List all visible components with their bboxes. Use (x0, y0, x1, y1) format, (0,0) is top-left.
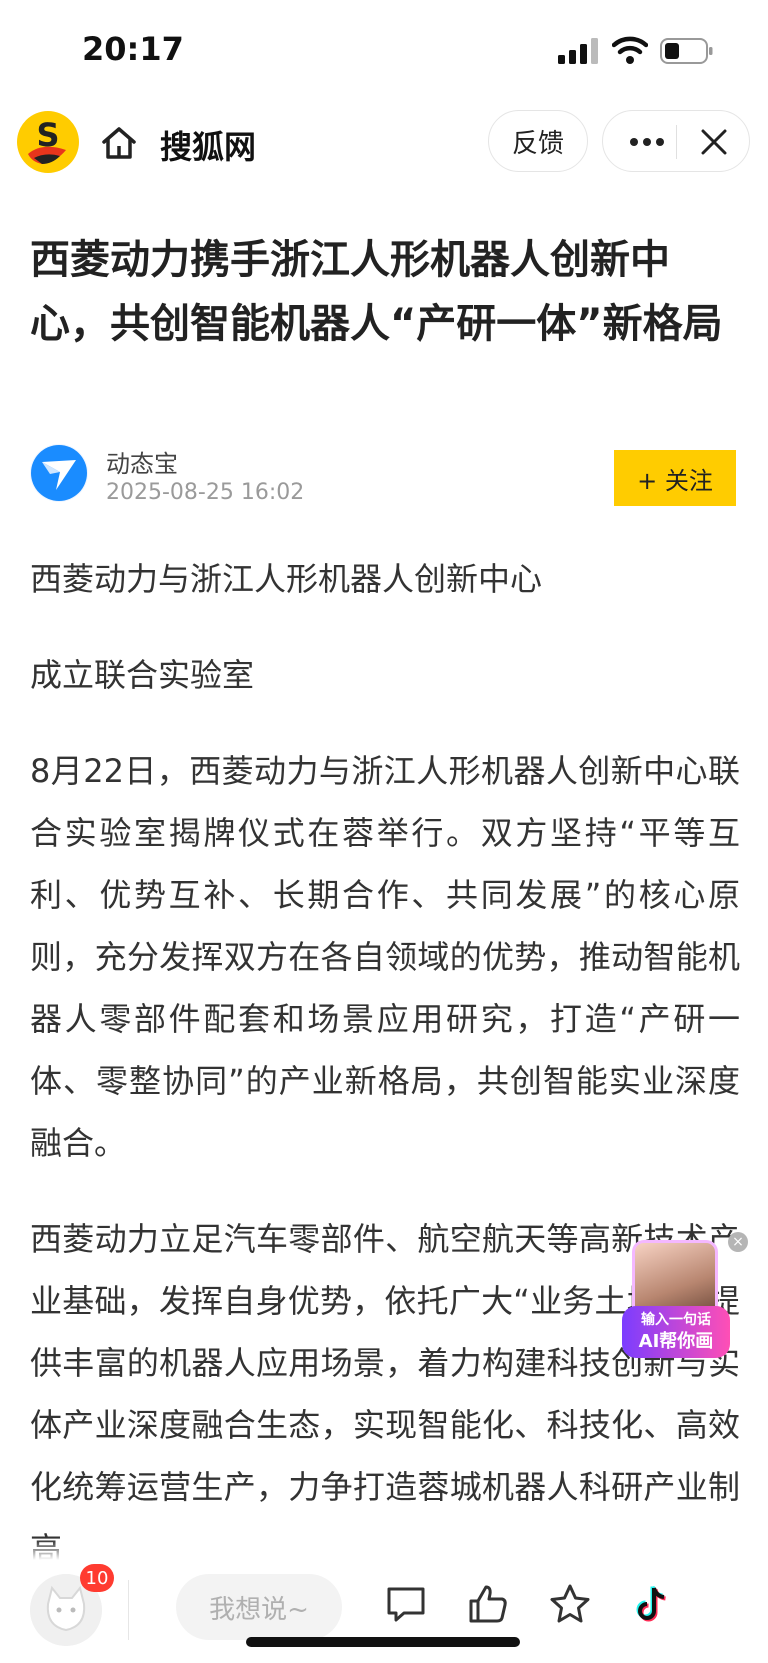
author-avatar-icon[interactable] (30, 444, 88, 502)
wifi-icon (612, 36, 648, 64)
author-name[interactable]: 动态宝 (106, 444, 178, 479)
home-indicator[interactable] (246, 1637, 520, 1647)
like-icon[interactable] (466, 1582, 510, 1626)
feedback-button[interactable]: 反馈 (488, 110, 588, 172)
publish-time: 2025-08-25 16:02 (106, 480, 305, 505)
comment-icon[interactable] (384, 1582, 428, 1626)
bottom-divider (128, 1580, 129, 1640)
status-bar: 20:17 (0, 0, 768, 100)
app-header: S 搜狐网 反馈 (0, 110, 768, 190)
ai-badge[interactable]: 输入一句话 AI帮你画 (622, 1306, 730, 1358)
paragraph: 成立联合实验室 (30, 656, 255, 694)
site-title: 搜狐网 (160, 128, 257, 166)
status-time: 20:17 (82, 30, 184, 68)
svg-text:S: S (36, 116, 59, 154)
ai-badge-line1: 输入一句话 (641, 1312, 711, 1328)
notification-badge: 10 (80, 1564, 114, 1592)
menu-divider (676, 125, 677, 159)
ai-widget-close-icon[interactable]: × (728, 1232, 748, 1252)
author-row: 动态宝 2025-08-25 16:02 + 关注 (30, 440, 740, 510)
bottom-bar: 10 我想说~ (0, 1560, 768, 1663)
star-icon[interactable] (548, 1582, 592, 1626)
signal-icon (558, 38, 598, 64)
sohu-logo-icon[interactable]: S (16, 110, 80, 174)
ai-badge-line2: AI帮你画 (638, 1331, 714, 1352)
tiktok-icon[interactable] (630, 1582, 674, 1626)
paragraph: 8月22日，西菱动力与浙江人形机器人创新中心联合实验室揭牌仪式在蓉举行。双方坚持… (30, 752, 740, 1162)
close-icon (701, 129, 727, 155)
more-button[interactable] (617, 111, 677, 173)
follow-button[interactable]: + 关注 (614, 450, 736, 506)
battery-icon (660, 38, 713, 64)
close-button[interactable] (683, 111, 745, 173)
content-fade (0, 1540, 768, 1560)
article-body: 西菱动力与浙江人形机器人创新中心 成立联合实验室 8月22日，西菱动力与浙江人形… (30, 548, 740, 1614)
comment-input[interactable]: 我想说~ (176, 1574, 342, 1640)
home-icon[interactable] (100, 124, 138, 162)
ai-draw-widget[interactable]: 输入一句话 AI帮你画 × (622, 1232, 748, 1360)
article-title: 西菱动力携手浙江人形机器人创新中心，共创智能机器人“产研一体”新格局 (30, 237, 723, 347)
paragraph: 西菱动力与浙江人形机器人创新中心 (30, 560, 543, 598)
header-menu-group (602, 110, 750, 172)
more-icon (630, 138, 664, 146)
